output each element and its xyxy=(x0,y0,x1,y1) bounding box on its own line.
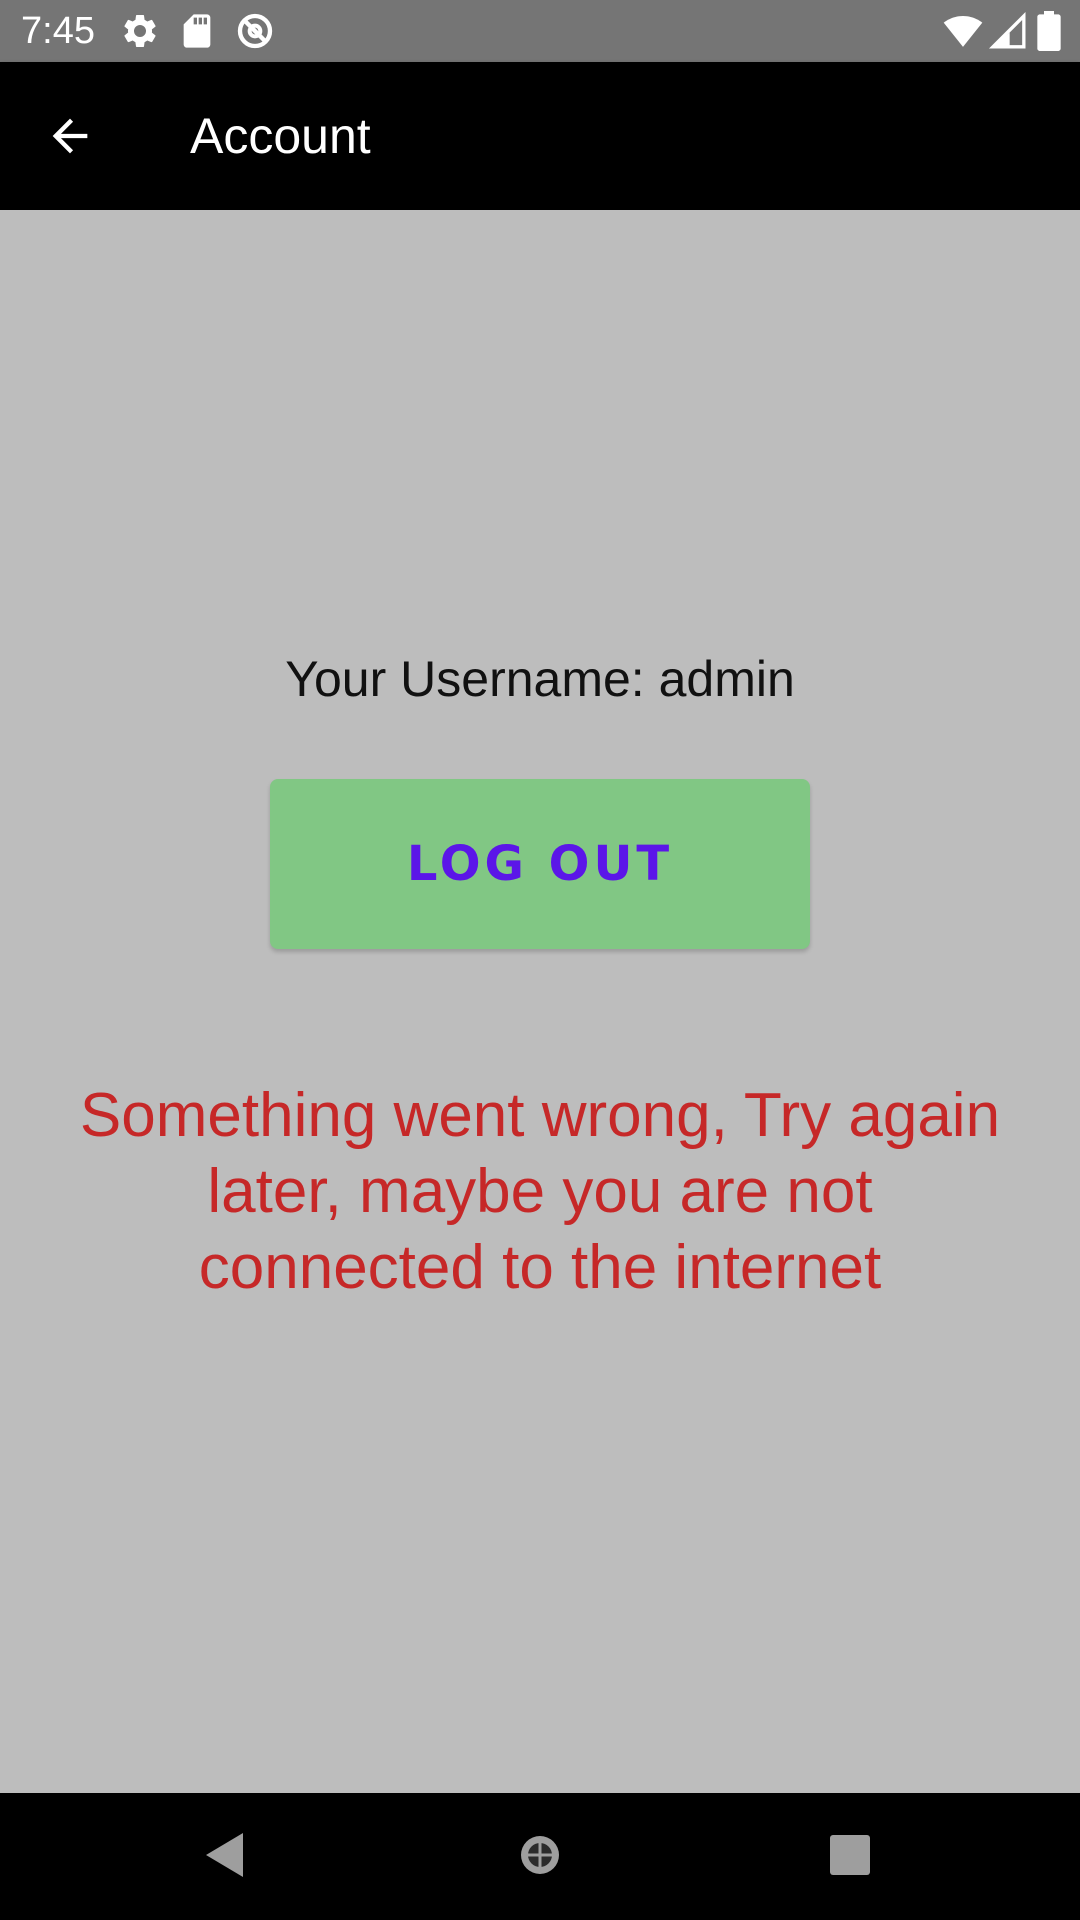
error-message: Something went wrong, Try again later, m… xyxy=(79,1081,1001,1302)
page-title: Account xyxy=(190,108,371,164)
back-triangle-icon xyxy=(203,1831,247,1879)
nav-back-button[interactable] xyxy=(193,1823,257,1887)
account-content: Your Username: admin LOG OUT Something w… xyxy=(0,210,1080,1793)
sd-card-icon xyxy=(177,11,217,51)
cell-signal-icon xyxy=(988,11,1028,51)
arrow-back-icon xyxy=(44,110,96,162)
wifi-icon xyxy=(941,11,985,51)
navigation-bar xyxy=(0,1793,1080,1920)
status-time: 7:45 xyxy=(21,10,95,52)
status-bar: 7:45 xyxy=(0,0,1080,62)
no-sync-icon xyxy=(235,11,275,51)
nav-recents-button[interactable] xyxy=(818,1823,882,1887)
recents-square-icon xyxy=(829,1834,871,1876)
battery-icon xyxy=(1036,11,1062,51)
app-bar: Account xyxy=(0,62,1080,210)
nav-home-button[interactable] xyxy=(508,1823,572,1887)
username-label: Your Username: admin xyxy=(285,651,795,707)
home-icon xyxy=(518,1833,562,1877)
gear-icon xyxy=(120,11,160,51)
back-button[interactable] xyxy=(34,100,106,172)
logout-button[interactable]: LOG OUT xyxy=(270,779,810,949)
